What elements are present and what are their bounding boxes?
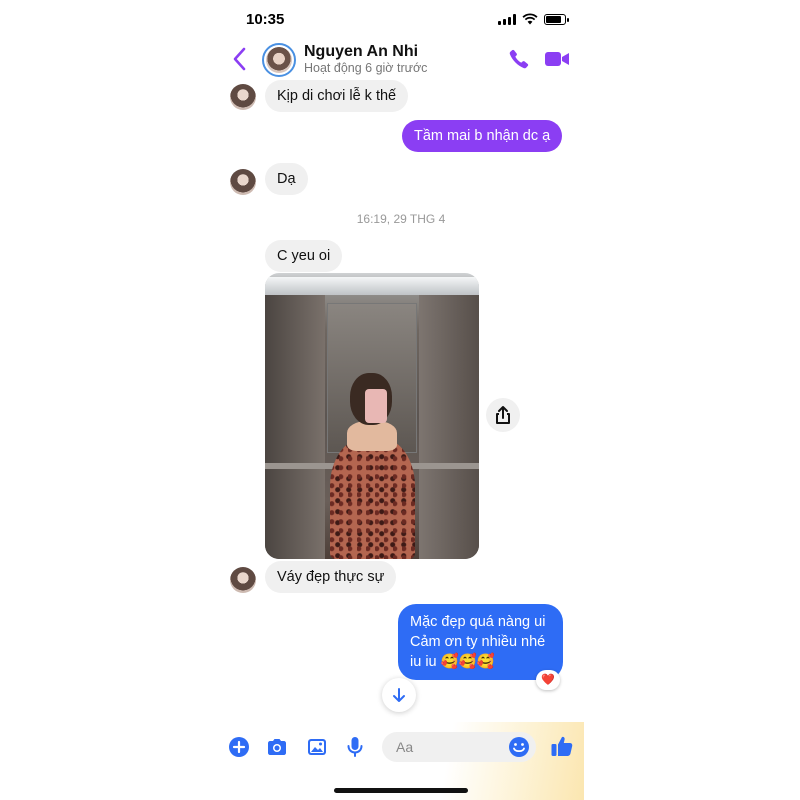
status-icons bbox=[498, 13, 569, 25]
message-timestamp: 16:19, 29 THG 4 bbox=[356, 212, 446, 226]
message-line: Cảm ơn ty nhiều nhé bbox=[410, 634, 546, 650]
message-composer: Aa bbox=[218, 722, 584, 800]
camera-icon[interactable] bbox=[266, 736, 288, 758]
arrow-down-icon bbox=[393, 688, 405, 702]
emoji-icon[interactable] bbox=[508, 736, 530, 758]
message-line: Mặc đẹp quá nàng ui bbox=[410, 614, 546, 630]
messenger-screen: 10:35 Nguyen An Nhi Hoạt động 6 giờ trướ… bbox=[218, 0, 584, 800]
microphone-icon[interactable] bbox=[344, 736, 366, 758]
home-indicator bbox=[334, 788, 468, 793]
battery-icon bbox=[544, 13, 569, 25]
status-bar: 10:35 bbox=[218, 0, 584, 40]
contact-name[interactable]: Nguyen An Nhi bbox=[304, 43, 418, 61]
message-line: iu iu 🥰🥰🥰 bbox=[410, 654, 495, 670]
plus-circle-icon[interactable] bbox=[228, 736, 250, 758]
message-input-placeholder: Aa bbox=[396, 739, 414, 755]
message-photo[interactable] bbox=[265, 273, 479, 559]
cellular-signal-icon bbox=[498, 13, 516, 25]
message-bubble-outgoing[interactable]: Tầm mai b nhận dc ạ bbox=[402, 120, 563, 152]
share-icon bbox=[496, 406, 510, 424]
thumbs-up-icon[interactable] bbox=[550, 734, 574, 758]
battery-level bbox=[546, 15, 562, 23]
message-bubble-incoming[interactable]: Dạ bbox=[265, 163, 308, 195]
chevron-left-icon[interactable] bbox=[230, 46, 250, 72]
message-bubble-incoming[interactable]: C yeu oi bbox=[265, 240, 343, 272]
scroll-to-bottom-button[interactable] bbox=[382, 678, 416, 712]
phone-icon[interactable] bbox=[508, 48, 530, 70]
contact-avatar-small[interactable] bbox=[230, 567, 256, 593]
contact-avatar-small[interactable] bbox=[230, 169, 256, 195]
share-button[interactable] bbox=[486, 398, 520, 432]
video-camera-icon[interactable] bbox=[544, 49, 570, 69]
heart-reaction-icon[interactable]: ❤️ bbox=[536, 670, 560, 690]
image-icon[interactable] bbox=[306, 736, 328, 758]
conversation-header: Nguyen An Nhi Hoạt động 6 giờ trước bbox=[218, 40, 584, 80]
contact-avatar[interactable] bbox=[262, 43, 296, 77]
message-bubble-incoming[interactable]: Váy đẹp thực sự bbox=[265, 561, 397, 593]
message-bubble-incoming[interactable]: Kịp di chơi lễ k thế bbox=[265, 80, 409, 112]
message-input[interactable]: Aa bbox=[382, 732, 536, 762]
contact-status: Hoạt động 6 giờ trước bbox=[304, 61, 428, 75]
message-bubble-outgoing[interactable]: Mặc đẹp quá nàng ui Cảm ơn ty nhiều nhé … bbox=[398, 604, 563, 680]
status-time: 10:35 bbox=[246, 11, 285, 28]
wifi-icon bbox=[522, 13, 538, 25]
contact-avatar-small[interactable] bbox=[230, 84, 256, 110]
